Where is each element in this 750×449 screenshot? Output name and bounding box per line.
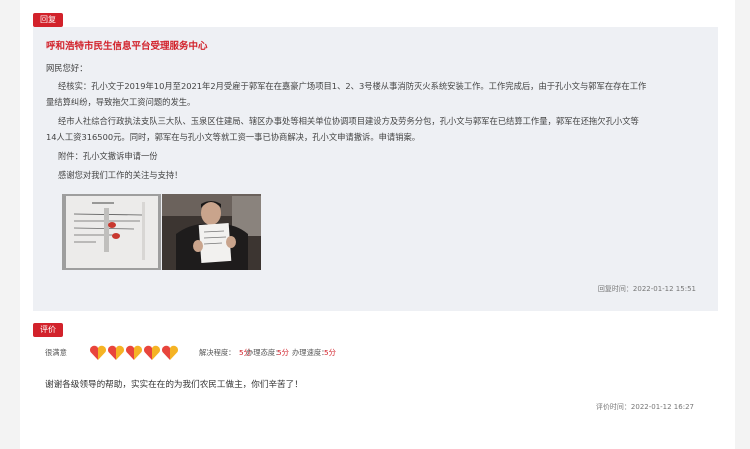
reply-org-title: 呼和浩特市民生信息平台受理服务中心 [46,41,208,52]
reply-paragraph-2-cont: 14人工资316500元。同时，郭军在与孔小文等就工资一事已协商解决，孔小文申请… [46,132,421,142]
speed-score: 5分 [324,348,336,357]
heart-icon [162,345,178,360]
heart-rating [89,345,179,361]
heart-icon [144,345,160,360]
reply-greeting: 网民您好： [46,63,88,73]
petitioner-holding-letter-photo[interactable] [162,194,261,270]
reply-time: 回复时间：2022-01-12 15:51 [597,285,696,293]
reply-paragraph-2: 经市人社综合行政执法支队三大队、玉泉区住建局、辖区办事处等相关单位协调项目建设方… [58,116,639,126]
resolution-label: 解决程度： [199,348,236,357]
reply-paragraph-1: 经核实：孔小文于2019年10月至2021年2月受雇于郭军在在嘉豪广场项目1、2… [58,81,647,91]
reply-attachment: 附件：孔小文撤诉申请一份 [58,151,158,161]
evaluation-rating-row: 很满意 解决程度： 5分 办理态度： 5分 办理速度： 5分 [45,345,445,361]
reply-tag: 回复 [33,13,63,27]
reply-box: 呼和浩特市民生信息平台受理服务中心 网民您好： 经核实：孔小文于2019年10月… [33,27,718,311]
reply-paragraph-1-cont: 量结算纠纷，导致拖欠工资问题的发生。 [46,97,196,107]
heart-icon [90,345,106,360]
heart-icon [126,345,142,360]
speed-label: 办理速度： [292,348,329,357]
heart-icon [108,345,124,360]
attitude-score: 5分 [277,348,289,357]
detail-page: 回复 呼和浩特市民生信息平台受理服务中心 网民您好： 经核实：孔小文于2019年… [20,0,735,449]
evaluation-tag: 评价 [33,323,63,337]
evaluation-time: 评价时间：2022-01-12 16:27 [595,403,694,411]
evaluation-comment: 谢谢各级领导的帮助，实实在在的为我们农民工做主，你们辛苦了！ [45,380,303,390]
withdrawal-letter-photo[interactable] [62,194,161,270]
reply-thanks: 感谢您对我们工作的关注与支持！ [58,170,183,180]
satisfaction-label: 很满意 [45,348,67,357]
